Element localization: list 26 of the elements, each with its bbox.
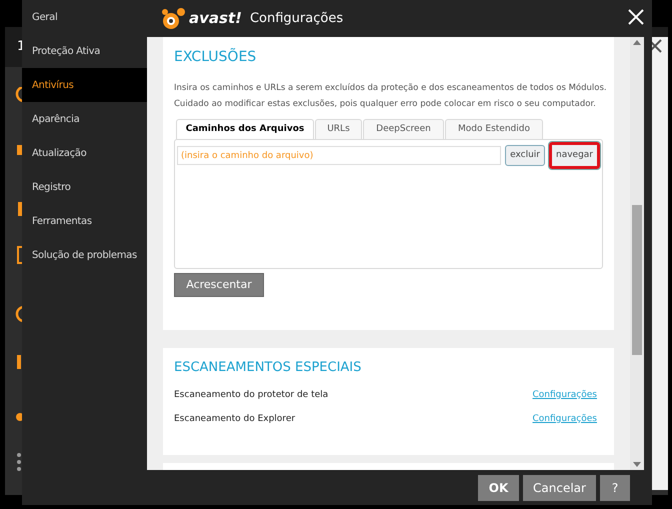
tab[interactable]: Modo Estendido	[445, 119, 543, 139]
sidebar-item[interactable]: Aparência	[22, 102, 147, 136]
ok-button[interactable]: OK	[478, 474, 519, 500]
cancel-button[interactable]: Cancelar	[523, 474, 596, 500]
sidebar-item[interactable]: Solução de problemas	[22, 238, 147, 272]
tab[interactable]: Caminhos dos Arquivos	[176, 119, 314, 139]
description-text: Cuidado ao modificar estas exclusões, pois qualquer erro pode colocar em risco o seu computador.	[174, 98, 597, 111]
section-title: EXCLUSÕES	[174, 47, 258, 67]
sidebar-item[interactable]: Geral	[22, 0, 147, 34]
sidebar-item[interactable]: Proteção Ativa	[22, 34, 147, 68]
add-button[interactable]: Acrescentar	[174, 273, 264, 297]
exclude-button[interactable]: excluir	[505, 145, 545, 166]
sidebar-item[interactable]: Atualização	[22, 136, 147, 170]
section-title: ESCANEAMENTOS ESPECIAIS	[174, 359, 362, 377]
help-button[interactable]: ?	[600, 474, 630, 500]
sidebar-item[interactable]: Ferramentas	[22, 204, 147, 238]
sidebar-item[interactable]: Registro	[22, 170, 147, 204]
browse-button[interactable]: navegar	[548, 142, 600, 169]
window-title: Configurações	[250, 10, 344, 28]
tab[interactable]: DeepScreen	[363, 119, 444, 139]
path-field[interactable]: (insira o caminho do arquivo)	[177, 146, 502, 165]
logo-text: avast!	[189, 11, 242, 26]
sidebar-item[interactable]: Antivírus	[22, 68, 147, 102]
scan-label: Escaneamento do protetor de tela	[174, 388, 328, 402]
scan-label: Escaneamento do Explorer	[174, 412, 296, 426]
tab[interactable]: URLs	[315, 119, 362, 139]
